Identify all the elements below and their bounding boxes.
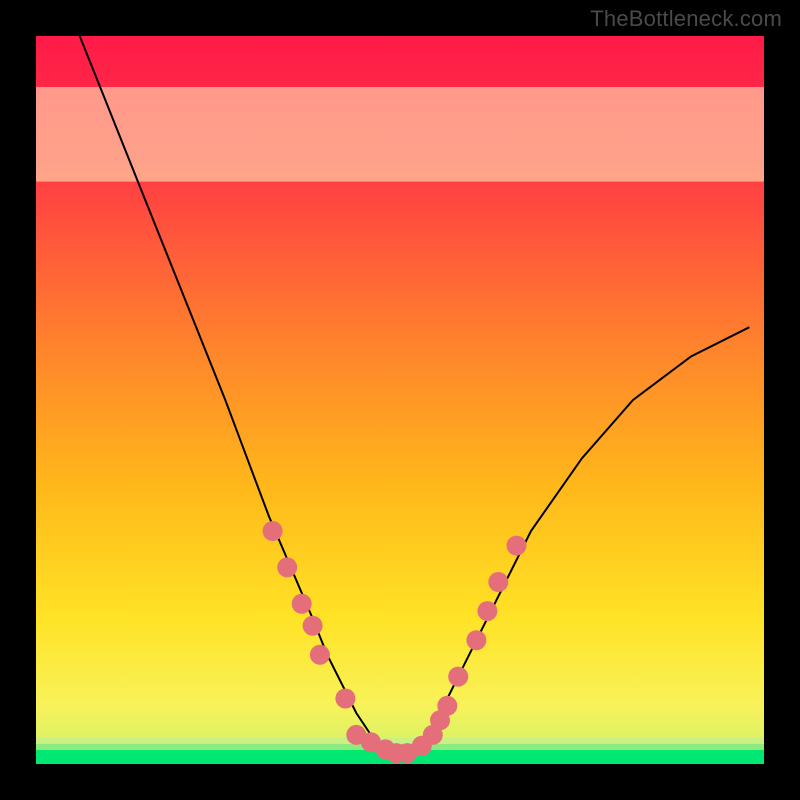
data-marker <box>488 572 508 592</box>
watermark-text: TheBottleneck.com <box>590 6 782 32</box>
data-marker <box>303 616 323 636</box>
data-marker <box>437 696 457 716</box>
data-marker <box>466 630 486 650</box>
data-marker <box>310 645 330 665</box>
data-marker <box>477 601 497 621</box>
data-marker <box>335 689 355 709</box>
plot-area <box>36 36 764 764</box>
data-marker <box>277 557 297 577</box>
data-marker <box>263 521 283 541</box>
data-marker <box>292 594 312 614</box>
green-stripe-fade-2 <box>36 738 764 744</box>
chart-canvas <box>0 0 800 800</box>
pale-band <box>36 87 764 182</box>
data-marker <box>507 536 527 556</box>
data-marker <box>448 667 468 687</box>
chart-root: { "watermark": "TheBottleneck.com", "cha… <box>0 0 800 800</box>
